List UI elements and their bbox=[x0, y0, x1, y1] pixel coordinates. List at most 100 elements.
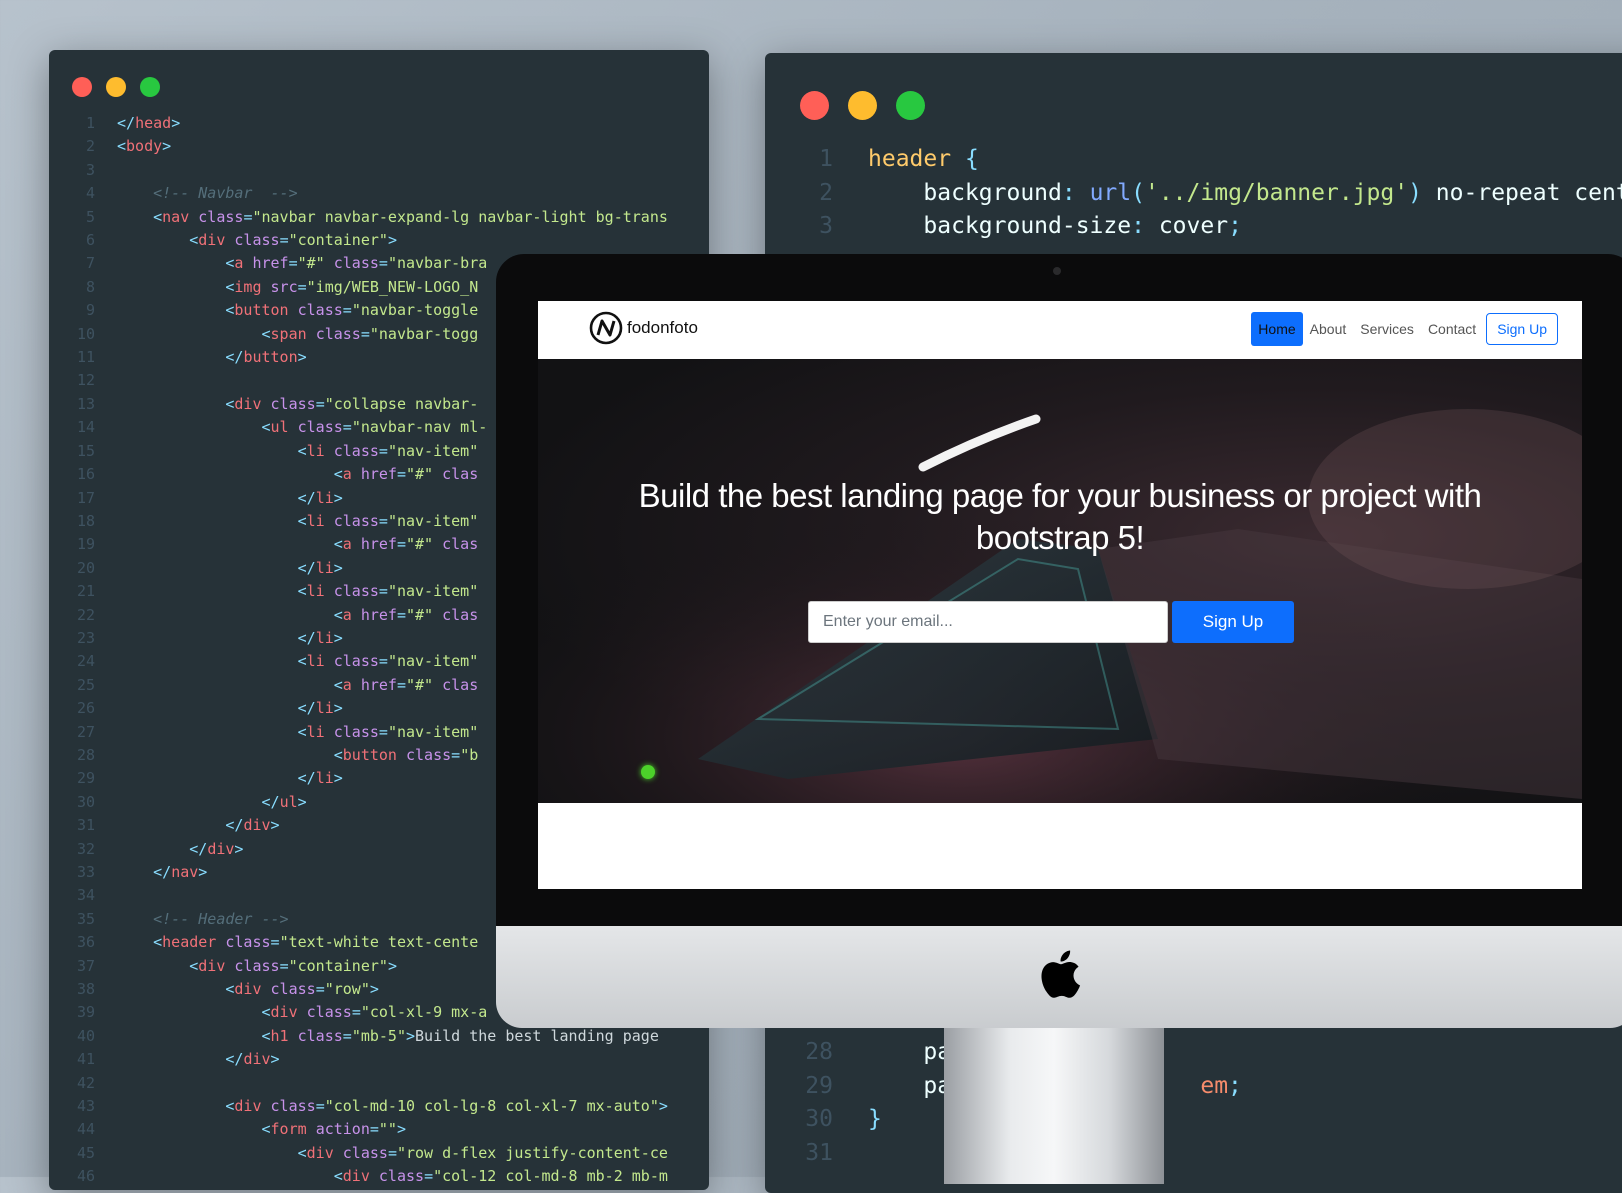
line-code: <li class="nav-item" bbox=[297, 511, 479, 530]
nav-contact[interactable]: Contact bbox=[1421, 312, 1483, 346]
line-code: <div class="row"> bbox=[225, 980, 379, 999]
maximize-dot[interactable] bbox=[896, 91, 925, 120]
window-controls bbox=[800, 91, 925, 120]
line-code: <!-- Navbar --> bbox=[153, 184, 298, 203]
line-code: </head> bbox=[117, 114, 181, 132]
line-number: 13 bbox=[76, 394, 95, 413]
brand-name: fodonfoto bbox=[627, 318, 698, 337]
email-input[interactable] bbox=[808, 601, 1168, 643]
line-number: 39 bbox=[76, 1003, 95, 1022]
minimize-dot[interactable] bbox=[106, 77, 126, 97]
line-code: </ul> bbox=[261, 792, 307, 811]
line-code: <div class="collapse navbar- bbox=[225, 394, 479, 413]
green-indicator-dot bbox=[641, 765, 655, 779]
line-code: <a href="#" class="navbar-bra bbox=[225, 254, 488, 273]
nav-services[interactable]: Services bbox=[1353, 312, 1421, 346]
close-dot[interactable] bbox=[72, 77, 92, 97]
line-code: background-size: cover; bbox=[923, 213, 1242, 239]
line-number: 1 bbox=[819, 146, 833, 172]
line-code: <button class="b bbox=[333, 745, 479, 764]
line-code: <li class="nav-item" bbox=[297, 441, 479, 460]
line-number: 16 bbox=[76, 465, 95, 484]
line-code: </li> bbox=[297, 699, 343, 718]
line-code: <!-- Header --> bbox=[153, 909, 289, 928]
website-preview: fodonfoto Home About Services Contact Si… bbox=[538, 301, 1582, 889]
imac-screen-bezel: fodonfoto Home About Services Contact Si… bbox=[496, 254, 1622, 926]
line-number: 45 bbox=[76, 1143, 95, 1162]
line-number: 3 bbox=[819, 213, 833, 239]
nav-about[interactable]: About bbox=[1303, 312, 1354, 346]
imac-stand bbox=[944, 1024, 1164, 1184]
line-number: 22 bbox=[76, 605, 95, 624]
line-number: 28 bbox=[76, 745, 95, 764]
line-code: header { bbox=[868, 146, 979, 172]
hero-section: Build the best landing page for your bus… bbox=[538, 359, 1582, 803]
line-number: 32 bbox=[76, 839, 95, 858]
line-number: 17 bbox=[76, 488, 95, 507]
line-code: <header class="text-white text-cente bbox=[153, 933, 479, 952]
line-number: 10 bbox=[76, 324, 95, 343]
line-code: <div class="container"> bbox=[189, 956, 397, 975]
line-number: 29 bbox=[76, 769, 95, 788]
line-number: 31 bbox=[76, 816, 95, 835]
line-code: <a href="#" clas bbox=[333, 605, 479, 624]
line-number: 4 bbox=[85, 184, 95, 203]
line-code: <li class="nav-item" bbox=[297, 582, 479, 601]
line-number: 24 bbox=[76, 652, 95, 671]
line-number: 38 bbox=[76, 980, 95, 999]
line-number: 11 bbox=[76, 348, 95, 367]
line-number: 42 bbox=[76, 1073, 95, 1092]
line-code: </li> bbox=[297, 769, 343, 788]
window-controls bbox=[72, 77, 160, 97]
nav-home[interactable]: Home bbox=[1251, 312, 1303, 346]
code-line: 6 <div class="container"> bbox=[49, 229, 668, 252]
line-code: </div> bbox=[225, 1050, 280, 1069]
maximize-dot[interactable] bbox=[140, 77, 160, 97]
minimize-dot[interactable] bbox=[848, 91, 877, 120]
line-code: <form action=""> bbox=[261, 1120, 407, 1139]
line-number: 44 bbox=[76, 1120, 95, 1139]
line-number: 3 bbox=[85, 160, 95, 179]
line-number: 43 bbox=[76, 1097, 95, 1116]
hero-signup-button[interactable]: Sign Up bbox=[1172, 601, 1294, 643]
line-number: 23 bbox=[76, 628, 95, 647]
line-number: 26 bbox=[76, 699, 95, 718]
line-number: 15 bbox=[76, 441, 95, 460]
line-number: 2 bbox=[819, 179, 833, 206]
site-navbar: fodonfoto Home About Services Contact Si… bbox=[538, 301, 1582, 359]
line-number: 25 bbox=[76, 675, 95, 694]
line-number: 37 bbox=[76, 956, 95, 975]
apple-logo-icon bbox=[1041, 950, 1081, 998]
line-number: 41 bbox=[76, 1050, 95, 1069]
imac-mockup: fodonfoto Home About Services Contact Si… bbox=[496, 254, 1622, 1184]
code-line: 2 background: url('../img/banner.jpg') n… bbox=[765, 177, 1622, 211]
code-line: 3 bbox=[49, 159, 668, 182]
line-code: <ul class="navbar-nav ml- bbox=[261, 418, 488, 437]
line-number: 9 bbox=[85, 301, 95, 320]
line-code: <div class="col-xl-9 mx-a bbox=[261, 1003, 488, 1022]
nav-signup-button[interactable]: Sign Up bbox=[1486, 313, 1558, 345]
line-code: </div> bbox=[189, 839, 244, 858]
line-code: <button class="navbar-toggle bbox=[225, 301, 479, 320]
code-line: 1 header { bbox=[765, 143, 1622, 177]
line-number: 14 bbox=[76, 418, 95, 437]
line-code: <li class="nav-item" bbox=[297, 652, 479, 671]
hero-background-image bbox=[538, 359, 1582, 803]
fodonfoto-logo-icon bbox=[589, 311, 623, 345]
line-number: 30 bbox=[76, 792, 95, 811]
line-code: <a href="#" clas bbox=[333, 675, 479, 694]
line-code: </div> bbox=[225, 816, 280, 835]
code-line: 2 <body> bbox=[49, 135, 668, 158]
line-code: <a href="#" clas bbox=[333, 535, 479, 554]
line-number: 19 bbox=[76, 535, 95, 554]
close-dot[interactable] bbox=[800, 91, 829, 120]
line-number: 5 bbox=[85, 207, 95, 226]
line-code: background: url('../img/banner.jpg') no-… bbox=[923, 179, 1622, 206]
code-line: 3 background-size: cover; bbox=[765, 210, 1622, 244]
line-code: <span class="navbar-togg bbox=[261, 324, 479, 343]
code-line: 5 <nav class="navbar navbar-expand-lg na… bbox=[49, 206, 668, 229]
brand[interactable]: fodonfoto bbox=[589, 311, 698, 345]
line-number: 33 bbox=[76, 863, 95, 881]
line-code: </li> bbox=[297, 488, 343, 507]
line-code: <img src="img/WEB_NEW-LOGO_N bbox=[225, 277, 479, 296]
